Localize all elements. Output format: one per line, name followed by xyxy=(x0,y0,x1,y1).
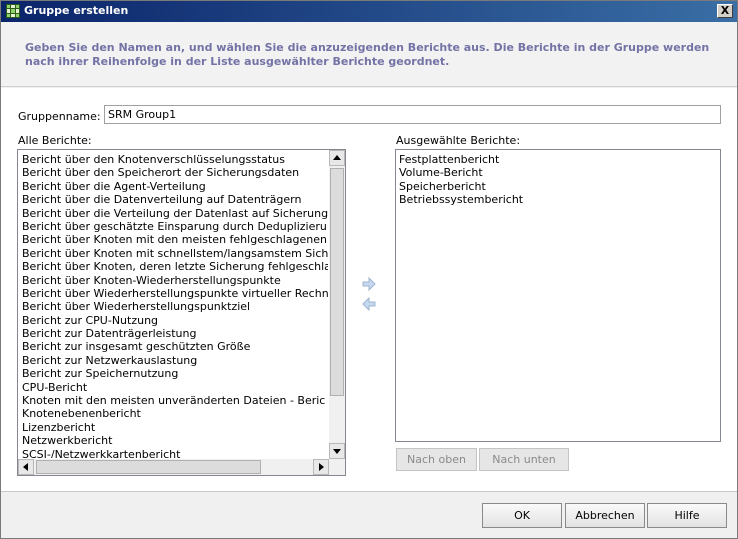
all-reports-items: Bericht über den Knotenverschlüsselungss… xyxy=(22,153,328,458)
close-button[interactable]: X xyxy=(717,4,733,18)
triangle-up-icon xyxy=(333,155,341,160)
scroll-up-button[interactable] xyxy=(329,150,345,166)
selected-reports-label: Ausgewählte Berichte: xyxy=(396,134,521,147)
close-icon: X xyxy=(720,4,730,17)
list-item[interactable]: Bericht zur Datenträgerleistung xyxy=(22,327,328,340)
list-item[interactable]: Bericht über den Speicherort der Sicheru… xyxy=(22,166,328,179)
list-item[interactable]: Netzwerkbericht xyxy=(22,434,328,447)
list-item[interactable]: Lizenzbericht xyxy=(22,421,328,434)
dialog-title: Gruppe erstellen xyxy=(24,4,129,17)
triangle-down-icon xyxy=(333,449,341,454)
title-bar: Gruppe erstellen X xyxy=(1,1,737,22)
list-item[interactable]: Knoten mit den meisten unveränderten Dat… xyxy=(22,394,328,407)
instruction-text: Geben Sie den Namen an, und wählen Sie d… xyxy=(25,41,710,68)
list-item[interactable]: Bericht über geschätzte Einsparung durch… xyxy=(22,220,328,233)
list-item[interactable]: Speicherbericht xyxy=(399,180,717,193)
scroll-down-button[interactable] xyxy=(329,443,345,459)
grid-icon xyxy=(6,4,20,18)
selected-reports-list[interactable]: Festplattenbericht Volume-Bericht Speicher… xyxy=(395,149,721,442)
list-item[interactable]: Festplattenbericht xyxy=(399,153,717,166)
list-item[interactable]: Bericht über die Verteilung der Datenlas… xyxy=(22,207,328,220)
list-item[interactable]: Bericht über die Agent-Verteilung xyxy=(22,180,328,193)
instruction-banner: Geben Sie den Namen an, und wählen Sie d… xyxy=(1,22,737,87)
move-down-button[interactable]: Nach unten xyxy=(479,448,569,471)
ok-button[interactable]: OK xyxy=(482,503,562,528)
scrollbar-corner xyxy=(329,459,345,475)
group-name-input[interactable] xyxy=(104,105,721,124)
list-item[interactable]: Bericht zur Netzwerkauslastung xyxy=(22,354,328,367)
list-item[interactable]: Bericht über Wiederherstellungspunktziel xyxy=(22,300,328,313)
list-item[interactable]: Bericht über Knoten, deren letzte Sicher… xyxy=(22,260,328,273)
move-up-button[interactable]: Nach oben xyxy=(396,448,477,471)
selected-reports-items: Festplattenbericht Volume-Bericht Speicher… xyxy=(399,153,717,207)
scroll-right-button[interactable] xyxy=(313,459,329,475)
horizontal-scrollbar[interactable] xyxy=(18,459,329,475)
scroll-thumb-vertical[interactable] xyxy=(330,168,344,396)
dialog-footer: OK Abbrechen Hilfe xyxy=(1,491,737,538)
all-reports-label: Alle Berichte: xyxy=(18,134,92,147)
list-item[interactable]: Bericht über die Datenverteilung auf Dat… xyxy=(22,193,328,206)
list-item[interactable]: Bericht über Knoten mit den meisten fehl… xyxy=(22,233,328,246)
list-item[interactable]: Betriebssystembericht xyxy=(399,193,717,206)
list-item[interactable]: Bericht zur insgesamt geschützten Größe xyxy=(22,340,328,353)
arrow-left-icon[interactable] xyxy=(362,296,376,312)
list-item[interactable]: Volume-Bericht xyxy=(399,166,717,179)
list-item[interactable]: Bericht über Knoten-Wiederherstellungspu… xyxy=(22,274,328,287)
scroll-thumb-horizontal[interactable] xyxy=(36,460,261,474)
list-item[interactable]: CPU-Bericht xyxy=(22,381,328,394)
list-item[interactable]: Bericht über Knoten mit schnellstem/lang… xyxy=(22,247,328,260)
dialog-window: Gruppe erstellen X Geben Sie den Namen a… xyxy=(0,0,738,539)
cancel-button[interactable]: Abbrechen xyxy=(565,503,645,528)
list-item[interactable]: Knotenebenenbericht xyxy=(22,407,328,420)
list-item[interactable]: Bericht über den Knotenverschlüsselungss… xyxy=(22,153,328,166)
all-reports-list[interactable]: Bericht über den Knotenverschlüsselungss… xyxy=(17,149,346,476)
list-item[interactable]: Bericht über Wiederherstellungspunkte vi… xyxy=(22,287,328,300)
scroll-left-button[interactable] xyxy=(18,459,34,475)
triangle-right-icon xyxy=(319,463,324,471)
list-item[interactable]: SCSI-/Netzwerkkartenbericht xyxy=(22,448,328,458)
vertical-scrollbar[interactable] xyxy=(329,150,345,459)
list-item[interactable]: Bericht zur Speichernutzung xyxy=(22,367,328,380)
help-button[interactable]: Hilfe xyxy=(647,503,727,528)
arrow-right-icon[interactable] xyxy=(362,276,376,292)
group-name-label: Gruppenname: xyxy=(18,110,101,123)
transfer-arrows xyxy=(362,276,378,317)
dialog-content: Gruppenname: Alle Berichte: Ausgewählte … xyxy=(1,88,737,491)
triangle-left-icon xyxy=(23,463,28,471)
list-item[interactable]: Bericht zur CPU-Nutzung xyxy=(22,314,328,327)
